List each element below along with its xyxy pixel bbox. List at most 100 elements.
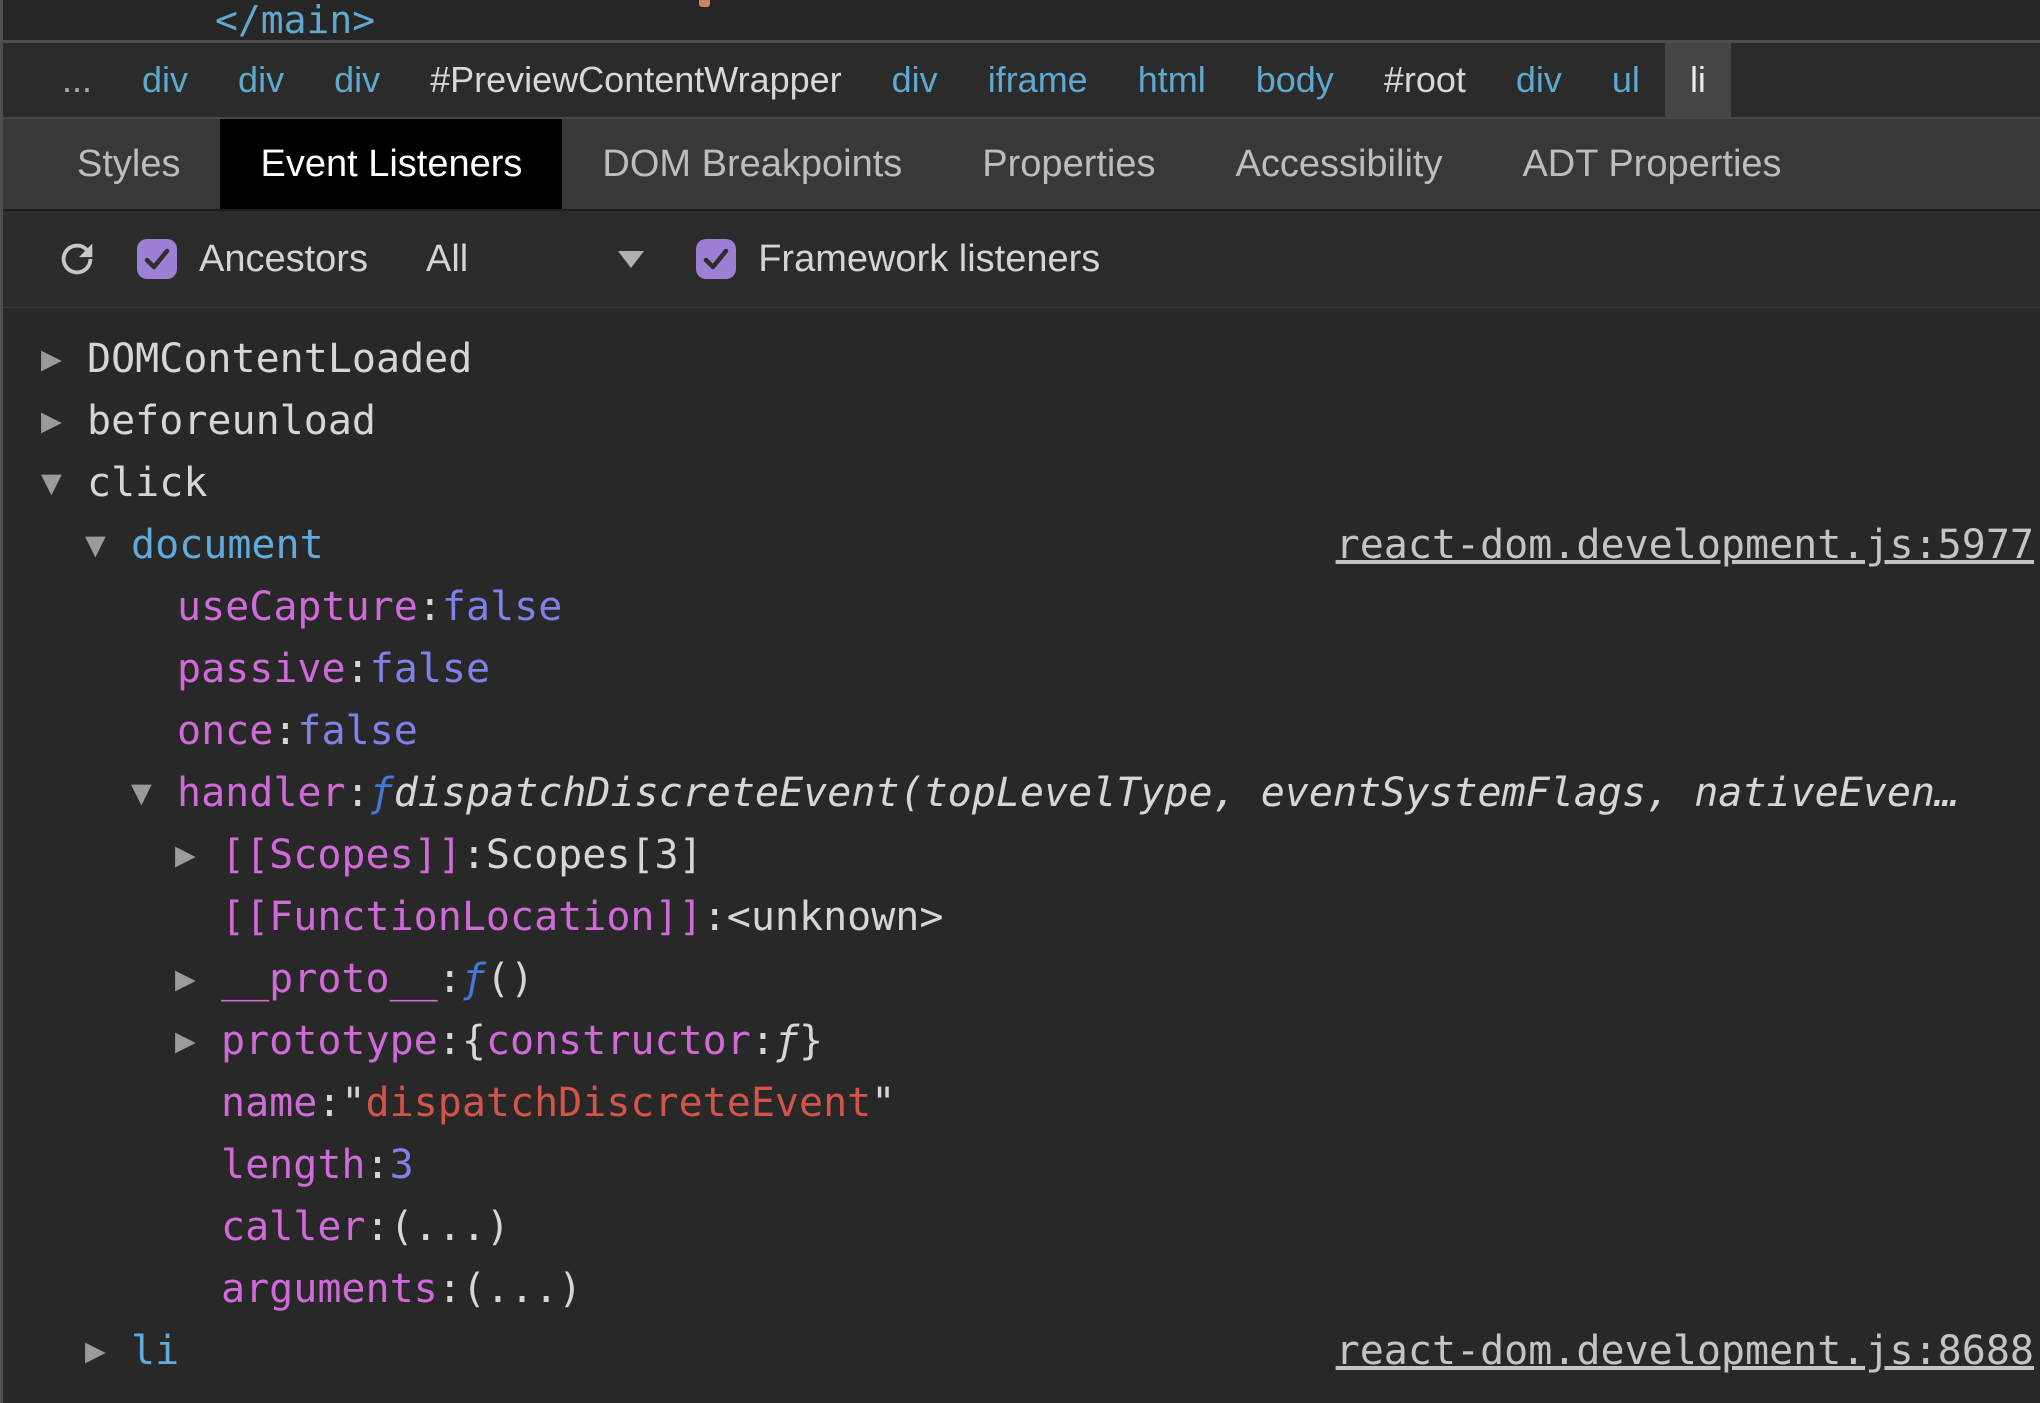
breadcrumb-item-root[interactable]: #root xyxy=(1359,43,1491,117)
event-domcontentloaded-text: DOMContentLoaded xyxy=(87,336,473,382)
framework-listeners-checkbox[interactable] xyxy=(696,239,737,279)
listener-node-document-text: document xyxy=(131,522,324,568)
checkmark-icon xyxy=(703,248,729,270)
prop-functionlocation-text: : xyxy=(702,894,727,940)
refresh-icon-glyph xyxy=(61,243,93,275)
prop-scopes-text: : xyxy=(461,832,486,878)
event-listeners-tree: ▶ DOMContentLoaded ▶ beforeunload ▼ click ▼ doc… xyxy=(3,308,2040,1382)
breadcrumb: ... div div div #PreviewContentWrapper div ifr… xyxy=(3,43,2040,119)
prop-arguments-row[interactable]: arguments: (...) xyxy=(3,1258,2040,1320)
prop-caller-row[interactable]: caller: (...) xyxy=(3,1196,2040,1258)
prop-length-row[interactable]: length: 3 xyxy=(3,1134,2040,1196)
tab-styles[interactable]: Styles xyxy=(37,119,220,209)
breadcrumb-item-html[interactable]: html xyxy=(1113,43,1231,117)
prop-passive-text: passive xyxy=(177,646,346,692)
prop-scopes-text: [[Scopes]] xyxy=(221,832,462,878)
expand-triangle-icon[interactable]: ▶ xyxy=(175,840,221,871)
clipped-attribute-fragment xyxy=(699,0,710,7)
prop-arguments-text: : xyxy=(437,1266,462,1312)
event-listeners-toolbar: Ancestors All Framework listeners xyxy=(3,211,2040,308)
expand-triangle-icon[interactable]: ▶ xyxy=(175,1026,221,1057)
event-beforeunload-row[interactable]: ▶ beforeunload xyxy=(3,390,2040,452)
expand-triangle-icon[interactable]: ▶ xyxy=(41,406,87,437)
prop-proto-text: ƒ xyxy=(461,956,486,1002)
prop-prototype-text: } xyxy=(799,1018,824,1064)
prop-proto-text: : xyxy=(437,956,462,1002)
source-location-link[interactable]: react-dom.development.js:5977 xyxy=(1296,522,2034,568)
prop-handler-text: dispatchDiscreteEvent(topLevelType, even… xyxy=(393,770,1960,816)
prop-arguments-text: (...) xyxy=(461,1266,583,1312)
prop-prototype-text: ƒ xyxy=(774,1018,800,1064)
ancestors-checkbox[interactable] xyxy=(137,239,177,279)
prop-name-row[interactable]: name: " dispatchDiscreteEvent " xyxy=(3,1072,2040,1134)
tab-properties[interactable]: Properties xyxy=(942,119,1195,209)
prop-functionlocation-text: [[FunctionLocation]] xyxy=(221,894,703,940)
collapse-triangle-icon[interactable]: ▼ xyxy=(41,468,87,499)
prop-name-text: : xyxy=(317,1080,342,1126)
breadcrumb-item-div[interactable]: div xyxy=(309,43,405,117)
breadcrumb-item-ul[interactable]: ul xyxy=(1587,43,1665,117)
ancestors-filter-select[interactable]: All xyxy=(426,238,468,281)
event-click-text: click xyxy=(87,460,208,506)
prop-caller-text: caller xyxy=(221,1204,366,1250)
prop-usecapture-text: useCapture xyxy=(177,584,418,630)
breadcrumb-item-[interactable]: ... xyxy=(37,43,117,117)
prop-usecapture-text: : xyxy=(417,584,442,630)
listener-node-document-row[interactable]: ▼ document react-dom.development.js:5977 xyxy=(3,514,2040,576)
tab-dom-breakpoints[interactable]: DOM Breakpoints xyxy=(562,119,942,209)
prop-prototype-text: { xyxy=(461,1018,486,1064)
listener-node-li-row[interactable]: ▶ li react-dom.development.js:8688 xyxy=(3,1320,2040,1382)
breadcrumb-item-div[interactable]: div xyxy=(213,43,309,117)
prop-arguments-text: arguments xyxy=(221,1266,438,1312)
prop-scopes-row[interactable]: ▶ [[Scopes]]: Scopes[3] xyxy=(3,824,2040,886)
prop-handler-text: handler xyxy=(177,770,346,816)
breadcrumb-item-div[interactable]: div xyxy=(117,43,213,117)
source-location-link[interactable]: react-dom.development.js:8688 xyxy=(1296,1328,2034,1374)
prop-passive-row[interactable]: passive: false xyxy=(3,638,2040,700)
prop-proto-row[interactable]: ▶ __proto__: ƒ () xyxy=(3,948,2040,1010)
prop-prototype-text: constructor xyxy=(485,1018,751,1064)
prop-proto-text: __proto__ xyxy=(221,956,438,1002)
prop-usecapture-row[interactable]: useCapture: false xyxy=(3,576,2040,638)
breadcrumb-item-body[interactable]: body xyxy=(1231,43,1359,117)
prop-name-text: " xyxy=(871,1080,896,1126)
prop-prototype-row[interactable]: ▶ prototype: {constructor: ƒ} xyxy=(3,1010,2040,1072)
prop-caller-text: (...) xyxy=(389,1204,511,1250)
prop-passive-text: : xyxy=(345,646,370,692)
prop-once-row[interactable]: once: false xyxy=(3,700,2040,762)
prop-length-text: : xyxy=(365,1142,390,1188)
expand-triangle-icon[interactable]: ▶ xyxy=(85,1336,131,1367)
expand-triangle-icon[interactable]: ▶ xyxy=(41,344,87,375)
refresh-icon[interactable] xyxy=(53,235,101,283)
framework-listeners-label: Framework listeners xyxy=(758,237,1101,280)
expand-triangle-icon[interactable]: ▶ xyxy=(175,964,221,995)
prop-name-text: name xyxy=(221,1080,318,1126)
prop-handler-row[interactable]: ▼ handler: ƒ dispatchDiscreteEvent(topLev… xyxy=(3,762,2040,824)
collapse-triangle-icon[interactable]: ▼ xyxy=(85,530,131,561)
breadcrumb-item-previewcontentwrapper[interactable]: #PreviewContentWrapper xyxy=(405,43,867,117)
prop-prototype-text: : xyxy=(437,1018,462,1064)
elements-code-fragment: </main> xyxy=(215,0,376,42)
tab-accessibility[interactable]: Accessibility xyxy=(1196,119,1483,209)
prop-functionlocation-row[interactable]: [[FunctionLocation]]: <unknown> xyxy=(3,886,2040,948)
breadcrumb-item-div[interactable]: div xyxy=(1491,43,1587,117)
prop-once-text: false xyxy=(297,708,418,754)
elements-panel-edge: </main> xyxy=(3,0,2040,43)
breadcrumb-item-div[interactable]: div xyxy=(867,43,963,117)
collapse-triangle-icon[interactable]: ▼ xyxy=(131,778,177,809)
prop-functionlocation-text: <unknown> xyxy=(726,894,944,940)
event-click-row[interactable]: ▼ click xyxy=(3,452,2040,514)
prop-name-text: dispatchDiscreteEvent xyxy=(365,1080,872,1126)
checkmark-icon xyxy=(144,248,170,270)
prop-caller-text: : xyxy=(365,1204,390,1250)
breadcrumb-item-li[interactable]: li xyxy=(1664,43,1731,117)
breadcrumb-item-iframe[interactable]: iframe xyxy=(963,43,1113,117)
chevron-down-icon[interactable] xyxy=(618,250,645,268)
ancestors-label: Ancestors xyxy=(199,237,368,280)
tab-event-listeners[interactable]: Event Listeners xyxy=(220,119,563,209)
prop-passive-text: false xyxy=(369,646,491,692)
event-domcontentloaded-row[interactable]: ▶ DOMContentLoaded xyxy=(3,328,2040,390)
tab-adt-properties[interactable]: ADT Properties xyxy=(1482,119,1821,209)
listener-node-li-text: li xyxy=(131,1328,180,1374)
prop-scopes-text: Scopes[3] xyxy=(485,832,703,878)
